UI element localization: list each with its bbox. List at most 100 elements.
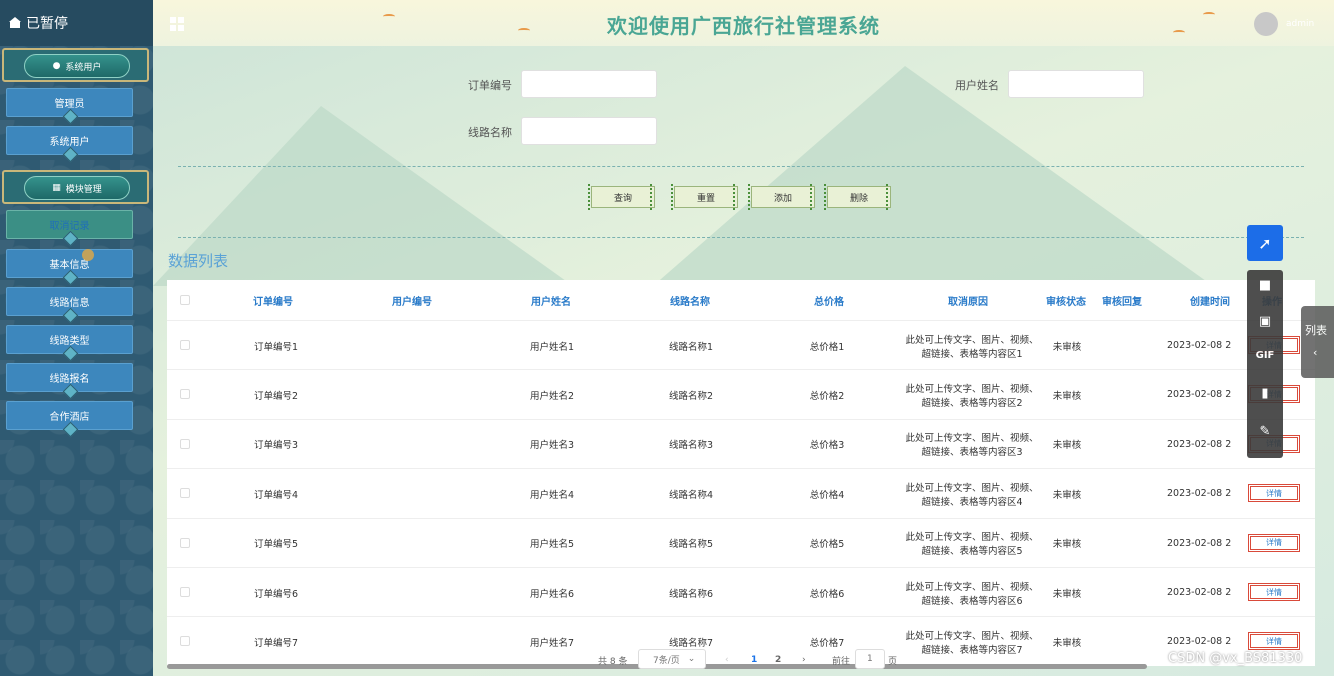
- menu-item-partner-hotel[interactable]: 合作酒店: [6, 401, 133, 430]
- detail-button[interactable]: 详情: [1248, 484, 1300, 503]
- page-number-2[interactable]: 2: [775, 652, 781, 668]
- avatar[interactable]: [1254, 12, 1278, 36]
- reset-button[interactable]: 重置: [671, 184, 738, 210]
- table-cell-status: 未审核: [1052, 588, 1082, 600]
- table-cell-created: 2023-02-08 2: [1167, 537, 1232, 549]
- table-cell-status: 未审核: [1052, 390, 1082, 402]
- page-number-1[interactable]: 1: [751, 652, 757, 668]
- table-cell-order: 订单编号5: [253, 539, 299, 551]
- table-cell-price: 总价格6: [809, 588, 845, 600]
- delete-button[interactable]: 删除: [824, 184, 891, 210]
- table-cell-user_id: [377, 617, 457, 666]
- table-cell-reason: 此处可上传文字、图片、视频、超链接、表格等内容区6: [905, 581, 1039, 607]
- prev-page-icon[interactable]: ‹: [725, 652, 729, 668]
- menu-item-route-signup[interactable]: 线路报名: [6, 363, 133, 392]
- camera-icon[interactable]: ■: [1255, 278, 1275, 293]
- column-header: 审核状态: [1046, 296, 1086, 308]
- menu-item-cancel-records[interactable]: 取消记录: [6, 210, 133, 239]
- query-button[interactable]: 查询: [588, 184, 655, 210]
- table-row: 订单编号3 用户姓名3 线路名称3 总价格3 此处可上传文字、图片、视频、超链接、表格等…: [167, 418, 1315, 469]
- order-no-label: 订单编号: [468, 79, 512, 92]
- table-cell-order: 订单编号4: [253, 489, 299, 501]
- capture-toolbar: ■ ▣ GIF ▮ ✎: [1247, 270, 1283, 458]
- divider: [178, 237, 1304, 238]
- table-cell-reply: [1097, 519, 1157, 568]
- row-checkbox[interactable]: [180, 389, 190, 400]
- table-cell-route: 线路名称5: [668, 539, 714, 551]
- table-cell-user_id: [377, 469, 457, 518]
- chevron-down-icon: ⌄: [687, 654, 696, 664]
- row-checkbox[interactable]: [180, 587, 190, 597]
- video-icon[interactable]: ▮: [1255, 386, 1275, 401]
- column-header: 总价格: [814, 296, 844, 308]
- grid-icon: ▦: [52, 183, 61, 193]
- table-row: 订单编号4 用户姓名4 线路名称4 总价格4 此处可上传文字、图片、视频、超链接、表格等…: [167, 468, 1315, 517]
- table-cell-user_id: [377, 321, 457, 370]
- menu-group-system-users[interactable]: ● 系统用户: [2, 48, 149, 82]
- column-header: 审核回复: [1102, 296, 1142, 308]
- table-cell-route: 线路名称6: [668, 588, 714, 600]
- table-cell-reason: 此处可上传文字、图片、视频、超链接、表格等内容区2: [905, 383, 1039, 409]
- table-cell-reply: [1097, 568, 1157, 617]
- user-name-input[interactable]: [1008, 70, 1144, 98]
- pen-icon[interactable]: ✎: [1255, 424, 1275, 439]
- select-all-checkbox[interactable]: [180, 295, 190, 305]
- table-cell-user_id: [377, 519, 457, 568]
- table-cell-created: 2023-02-08 2: [1167, 488, 1232, 500]
- row-checkbox[interactable]: [180, 340, 190, 350]
- page-size-value: 7条/页: [653, 655, 680, 666]
- goto-page-input[interactable]: 1: [855, 649, 885, 669]
- menu-item-admin[interactable]: 管理员: [6, 88, 133, 117]
- table-cell-user_name: 用户姓名1: [529, 341, 575, 353]
- menu-item-basic-info[interactable]: 基本信息: [6, 249, 133, 278]
- detail-button[interactable]: 详情: [1248, 533, 1300, 552]
- table-row: 订单编号5 用户姓名5 线路名称5 总价格5 此处可上传文字、图片、视频、超链接、表格等…: [167, 517, 1315, 568]
- menu-group-modules[interactable]: ▦ 模块管理: [2, 170, 149, 204]
- table-cell-user_name: 用户姓名2: [529, 390, 575, 402]
- table-cell-user_name: 用户姓名7: [529, 637, 575, 649]
- column-header: 用户姓名: [531, 296, 571, 308]
- column-header: 创建时间: [1190, 296, 1230, 308]
- table-cell-user_name: 用户姓名5: [529, 539, 575, 551]
- table-row: 订单编号6 用户姓名6 线路名称6 总价格6 此处可上传文字、图片、视频、超链接、表格等…: [167, 567, 1315, 616]
- add-button[interactable]: 添加: [748, 184, 815, 210]
- row-checkbox[interactable]: [180, 488, 190, 499]
- sidebar: 已暂停 ● 系统用户 管理员 系统用户 ▦ 模块管理 取消记录 基本信息 线路信息 …: [0, 0, 153, 676]
- table-cell-price: 总价格5: [809, 539, 845, 551]
- list-side-panel[interactable]: 列表 ‹: [1301, 306, 1334, 378]
- row-checkbox[interactable]: [180, 537, 190, 548]
- menu-item-route-info[interactable]: 线路信息: [6, 287, 133, 316]
- table-cell-reason: 此处可上传文字、图片、视频、超链接、表格等内容区5: [905, 532, 1039, 558]
- detail-button[interactable]: 详情: [1248, 632, 1300, 651]
- goto-label: 前往: [832, 656, 851, 667]
- row-checkbox[interactable]: [180, 438, 190, 449]
- table-cell-status: 未审核: [1052, 539, 1082, 551]
- header: 欢迎使用广西旅行社管理系统 admin: [153, 0, 1334, 46]
- route-name-input[interactable]: [521, 117, 657, 145]
- chevron-left-icon: ‹: [1313, 346, 1318, 359]
- share-icon[interactable]: ➚: [1247, 225, 1283, 261]
- pagination-total: 共 8 条: [598, 656, 628, 667]
- username[interactable]: admin: [1286, 19, 1314, 29]
- column-header: 线路名称: [670, 296, 710, 308]
- menu-item-system-user[interactable]: 系统用户: [6, 126, 133, 155]
- table-cell-status: 未审核: [1052, 489, 1082, 501]
- table-cell-user_id: [377, 420, 457, 469]
- table-cell-price: 总价格3: [809, 440, 845, 452]
- next-page-icon[interactable]: ›: [802, 652, 806, 668]
- menu-item-route-type[interactable]: 线路类型: [6, 325, 133, 354]
- table-cell-route: 线路名称4: [668, 489, 714, 501]
- table-cell-price: 总价格2: [809, 390, 845, 402]
- table-cell-created: 2023-02-08 2: [1167, 389, 1232, 401]
- mouse-cursor: [82, 249, 94, 261]
- image-icon[interactable]: ▣: [1255, 314, 1275, 329]
- row-checkbox[interactable]: [180, 636, 190, 647]
- list-panel-label: 列表: [1305, 324, 1327, 337]
- order-no-input[interactable]: [521, 70, 657, 98]
- gif-icon[interactable]: GIF: [1255, 350, 1275, 361]
- detail-button[interactable]: 详情: [1248, 583, 1300, 601]
- column-header: 用户编号: [392, 296, 432, 308]
- column-header: 订单编号: [253, 296, 293, 308]
- status-text: 已暂停: [26, 16, 68, 32]
- page-size-select[interactable]: 7条/页 ⌄: [638, 649, 706, 669]
